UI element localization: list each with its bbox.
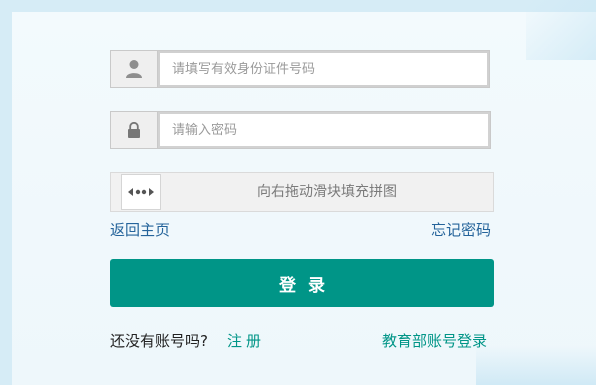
slider-instruction: 向右拖动滑块填充拼图 xyxy=(257,184,397,200)
slider-handle[interactable] xyxy=(121,174,161,210)
lock-icon xyxy=(111,112,158,148)
moe-account-login-link[interactable]: 教育部账号登录 xyxy=(382,330,487,351)
no-account-text: 还没有账号吗? xyxy=(110,332,208,350)
back-home-link[interactable]: 返回主页 xyxy=(110,219,170,240)
background-decoration xyxy=(526,0,596,60)
user-icon xyxy=(111,51,158,87)
background-decoration xyxy=(476,345,596,385)
id-number-field xyxy=(110,50,490,88)
slider-arrows-icon xyxy=(128,188,154,196)
login-button[interactable]: 登录 xyxy=(110,259,494,307)
forgot-password-link[interactable]: 忘记密码 xyxy=(431,219,491,240)
id-number-input[interactable] xyxy=(158,51,489,87)
register-link[interactable]: 注册 xyxy=(227,330,265,351)
password-field xyxy=(110,111,491,149)
slider-captcha: 向右拖动滑块填充拼图 xyxy=(110,172,494,212)
password-input[interactable] xyxy=(158,112,490,148)
